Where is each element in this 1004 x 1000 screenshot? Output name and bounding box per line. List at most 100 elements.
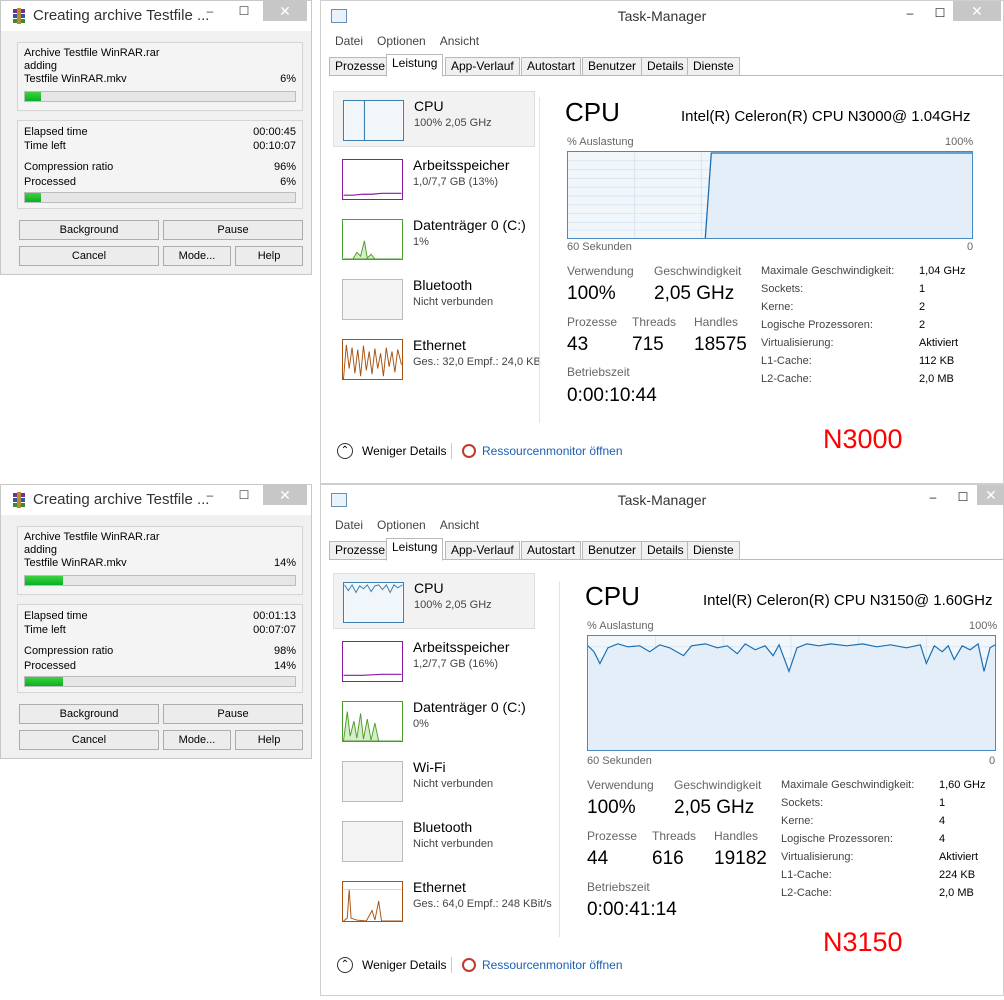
sidebar-item-cpu[interactable]: CPU 100% 2,05 GHz	[333, 91, 535, 147]
threads-value: 616	[652, 848, 684, 869]
archive-name: Archive Testfile WinRAR.rar	[24, 47, 160, 59]
tab-autostart[interactable]: Autostart	[521, 541, 582, 560]
winrar-title: Creating archive Testfile ...	[33, 7, 210, 24]
menu-datei[interactable]: Datei	[335, 518, 363, 532]
speed-value: 2,05 GHz	[674, 797, 755, 818]
maximize-button[interactable]: ☐	[925, 6, 955, 20]
sidebar-divider	[539, 97, 540, 423]
sidebar-item-memory[interactable]: Arbeitsspeicher 1,0/7,7 GB (13%)	[333, 151, 535, 207]
help-button[interactable]: Help	[235, 246, 303, 266]
ethernet-graph-icon	[342, 881, 403, 922]
tab-details[interactable]: Details	[641, 541, 690, 560]
winrar-titlebar[interactable]: Creating archive Testfile ... – ☐ ✕	[1, 485, 311, 515]
graph-max: 100%	[945, 136, 974, 148]
resource-monitor-link[interactable]: Ressourcenmonitor öffnen	[482, 958, 623, 972]
sidebar-item-bluetooth[interactable]: Bluetooth Nicht verbunden	[333, 271, 535, 327]
minimize-button[interactable]: –	[918, 490, 948, 504]
tm-titlebar[interactable]: Task-Manager – ☐ ✕	[321, 1, 1003, 31]
file-progress-fill	[25, 576, 63, 585]
background-button[interactable]: Background	[19, 704, 159, 724]
spec-key: L1-Cache:	[781, 869, 832, 881]
elapsed-value: 00:01:13	[253, 610, 296, 622]
sidebar-item-bluetooth[interactable]: Bluetooth Nicht verbunden	[333, 813, 535, 869]
bluetooth-graph-icon	[342, 279, 403, 320]
sidebar-item-ethernet[interactable]: Ethernet Ges.: 64,0 Empf.: 248 KBit/s	[333, 873, 552, 929]
tm-titlebar[interactable]: Task-Manager – ☐ ✕	[321, 485, 1004, 515]
pause-button[interactable]: Pause	[163, 220, 303, 240]
cancel-button[interactable]: Cancel	[19, 246, 159, 266]
sidebar-item-ethernet[interactable]: Ethernet Ges.: 32,0 Empf.: 24,0 KB	[333, 331, 541, 387]
footer-divider	[451, 957, 452, 973]
spec-key: Maximale Geschwindigkeit:	[781, 779, 915, 791]
tab-app-verlauf[interactable]: App-Verlauf	[445, 57, 520, 76]
tab-details[interactable]: Details	[641, 57, 690, 76]
resource-monitor-icon	[462, 958, 476, 972]
fewer-details-link[interactable]: Weniger Details	[362, 444, 446, 458]
pause-button[interactable]: Pause	[163, 704, 303, 724]
minimize-button[interactable]: –	[895, 6, 925, 20]
cancel-button[interactable]: Cancel	[19, 730, 159, 750]
menu-optionen[interactable]: Optionen	[377, 34, 426, 48]
help-button[interactable]: Help	[235, 730, 303, 750]
tab-autostart[interactable]: Autostart	[521, 57, 582, 76]
tab-benutzer[interactable]: Benutzer	[582, 541, 643, 560]
sidebar-item-label: Datenträger 0 (C:)	[413, 699, 526, 715]
file-progress-bar	[24, 91, 296, 102]
tab-bar: Prozesse Leistung App-Verlauf Autostart …	[329, 538, 1003, 561]
mode-button[interactable]: Mode...	[163, 730, 231, 750]
tab-dienste[interactable]: Dienste	[687, 57, 740, 76]
fewer-details-link[interactable]: Weniger Details	[362, 958, 446, 972]
spec-key: Logische Prozessoren:	[761, 319, 873, 331]
maximize-button[interactable]: ☐	[227, 485, 261, 505]
close-button[interactable]: ✕	[263, 1, 307, 21]
spec-key: L2-Cache:	[761, 373, 812, 385]
maximize-button[interactable]: ☐	[227, 1, 261, 21]
close-button[interactable]: ✕	[263, 485, 307, 505]
cpu-usage-graph	[567, 151, 973, 239]
ratio-label: Compression ratio	[24, 161, 114, 173]
bluetooth-graph-icon	[342, 821, 403, 862]
chevron-up-icon[interactable]: ⌃	[337, 443, 353, 459]
sidebar-item-disk[interactable]: Datenträger 0 (C:) 1%	[333, 211, 535, 267]
tab-dienste[interactable]: Dienste	[687, 541, 740, 560]
sidebar-item-memory[interactable]: Arbeitsspeicher 1,2/7,7 GB (16%)	[333, 633, 535, 689]
spec-value: 1	[939, 797, 946, 809]
minimize-button[interactable]: –	[193, 485, 227, 505]
menu-ansicht[interactable]: Ansicht	[440, 34, 479, 48]
timeleft-value: 00:07:07	[253, 624, 296, 636]
sidebar-item-wifi[interactable]: Wi-Fi Nicht verbunden	[333, 753, 535, 809]
sidebar-item-cpu[interactable]: CPU 100% 2,05 GHz	[333, 573, 535, 629]
file-progress-fill	[25, 92, 42, 101]
close-button[interactable]: ✕	[953, 1, 1001, 21]
winrar-titlebar[interactable]: Creating archive Testfile ... – ☐ ✕	[1, 1, 311, 31]
menu-datei[interactable]: Datei	[335, 34, 363, 48]
menu-optionen[interactable]: Optionen	[377, 518, 426, 532]
resource-monitor-link[interactable]: Ressourcenmonitor öffnen	[482, 444, 623, 458]
spec-key: Sockets:	[761, 283, 804, 295]
tab-benutzer[interactable]: Benutzer	[582, 57, 643, 76]
tab-leistung[interactable]: Leistung	[386, 538, 444, 561]
tab-app-verlauf[interactable]: App-Verlauf	[445, 541, 520, 560]
sidebar-item-label: Ethernet	[413, 337, 466, 353]
tab-leistung[interactable]: Leistung	[386, 54, 444, 77]
processed-progress-fill	[25, 677, 63, 686]
sidebar-item-disk[interactable]: Datenträger 0 (C:) 0%	[333, 693, 535, 749]
chevron-up-icon[interactable]: ⌃	[337, 957, 353, 973]
minimize-button[interactable]: –	[193, 1, 227, 21]
menu-ansicht[interactable]: Ansicht	[440, 518, 479, 532]
spec-key: Maximale Geschwindigkeit:	[761, 265, 895, 277]
graph-time-axis: 60 Sekunden	[567, 241, 632, 253]
ratio-line: Compression ratio 98%	[24, 645, 296, 659]
stats-group: Elapsed time 00:00:45 Time left 00:10:07 C…	[17, 120, 303, 209]
timeleft-label: Time left	[24, 624, 66, 636]
graph-label: % Auslastung	[567, 136, 634, 148]
spec-key: Logische Prozessoren:	[781, 833, 893, 845]
speed-label: Geschwindigkeit	[674, 778, 762, 792]
disk-graph-icon	[342, 701, 403, 742]
mode-button[interactable]: Mode...	[163, 246, 231, 266]
background-button[interactable]: Background	[19, 220, 159, 240]
close-button[interactable]: ✕	[977, 485, 1004, 505]
tab-prozesse[interactable]: Prozesse	[329, 541, 392, 560]
maximize-button[interactable]: ☐	[948, 490, 978, 504]
tab-prozesse[interactable]: Prozesse	[329, 57, 392, 76]
